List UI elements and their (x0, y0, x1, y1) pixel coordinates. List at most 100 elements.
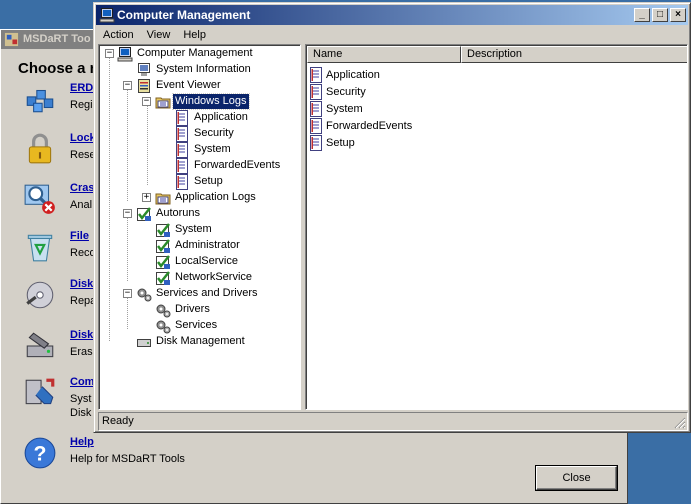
status-bar: Ready (98, 412, 688, 431)
tool-disk-commander-link[interactable]: Disk (70, 278, 93, 290)
menu-help[interactable]: Help (178, 26, 211, 44)
services-gear-icon (136, 286, 152, 302)
msdart-heading: Choose a re (18, 60, 104, 77)
tool-help: ? Help Help for MSDaRT Tools (23, 436, 583, 482)
tool-erd-link[interactable]: ERD (70, 82, 93, 94)
minimize-button[interactable]: _ (634, 8, 650, 22)
svg-text:?: ? (34, 441, 47, 465)
tree-label-selected: Windows Logs (172, 93, 250, 110)
log-icon (174, 126, 190, 142)
tree-label: NetworkService (175, 271, 253, 283)
log-icon (308, 67, 324, 83)
tree-label: Disk Management (156, 335, 245, 347)
collapse-icon[interactable]: − (123, 81, 132, 90)
tree-label: Administrator (175, 239, 240, 251)
recycle-bin-icon (27, 234, 53, 262)
window-title: Computer Management (117, 8, 251, 22)
tool-locksmith-link[interactable]: Lock (70, 132, 96, 144)
log-icon (174, 110, 190, 126)
crash-analyzer-icon (24, 184, 55, 214)
tree-label: Services and Drivers (156, 287, 258, 299)
help-icon: ? (24, 437, 56, 469)
tree-label: Setup (194, 175, 223, 187)
computer-management-window: Computer Management _ □ × Action View He… (93, 2, 691, 433)
collapse-icon[interactable]: − (123, 209, 132, 218)
disk-icon (26, 281, 54, 309)
tool-crash-analyzer-desc: Anal (70, 199, 93, 211)
autoruns-check-icon (155, 270, 171, 286)
autoruns-check-icon (155, 238, 171, 254)
tool-file-restore-link[interactable]: File (70, 230, 89, 242)
list-item-label: Application (326, 69, 380, 81)
list-item-label: ForwardedEvents (326, 120, 413, 132)
tree-label: System Information (156, 63, 251, 75)
tool-help-link[interactable]: Help (70, 436, 94, 448)
list-item-label: Security (326, 86, 366, 98)
autoruns-check-icon (155, 222, 171, 238)
log-icon (174, 174, 190, 190)
log-icon (308, 118, 324, 134)
tree-label: Security (194, 127, 234, 139)
computer-management-app-icon (99, 7, 115, 23)
tree-label: Application (194, 111, 248, 123)
tree-label: System (194, 143, 231, 155)
menu-bar: Action View Help (98, 26, 211, 44)
autoruns-check-icon (136, 206, 152, 222)
event-viewer-icon (136, 78, 152, 94)
collapse-icon[interactable]: − (105, 49, 114, 58)
tree-label: Event Viewer (156, 79, 221, 91)
tool-erd-desc: Regi (70, 99, 93, 111)
log-icon (308, 135, 324, 151)
tree-label: Drivers (175, 303, 210, 315)
tool-computer-management-desc: Syst Disk (70, 393, 92, 419)
tree-label: System (175, 223, 212, 235)
tree-label: Application Logs (175, 191, 256, 203)
folder-log-icon (155, 94, 171, 110)
disk-management-icon (136, 334, 152, 350)
tool-disk-wipe-desc: Eras (70, 346, 93, 358)
erd-registry-icon (26, 89, 54, 113)
column-header-name[interactable]: Name (307, 46, 461, 63)
disk-wipe-icon (26, 332, 54, 358)
log-icon (308, 84, 324, 100)
tool-locksmith-desc: Rese (70, 149, 96, 161)
status-text: Ready (102, 415, 134, 427)
expand-icon[interactable]: + (142, 193, 151, 202)
tree-label: Services (175, 319, 218, 331)
console-tree[interactable]: − Computer Management System Information… (98, 44, 301, 410)
padlock-icon (28, 133, 52, 164)
tool-file-restore-desc: Reco (70, 247, 96, 259)
tree-label: ForwardedEvents (194, 159, 281, 171)
msdart-title-text: MSDaRT Too (23, 33, 91, 45)
list-header: Name Description (307, 46, 687, 63)
log-icon (174, 158, 190, 174)
list-item-label: Setup (326, 137, 355, 149)
folder-log-icon (155, 190, 171, 206)
log-icon (308, 101, 324, 117)
menu-view[interactable]: View (142, 26, 176, 44)
tool-computer-management-link[interactable]: Com (70, 376, 94, 388)
maximize-button[interactable]: □ (652, 8, 668, 22)
collapse-icon[interactable]: − (123, 289, 132, 298)
list-item-label: System (326, 103, 363, 115)
computer-icon (117, 46, 133, 62)
gear-icon (155, 302, 171, 318)
column-header-description[interactable]: Description (461, 46, 687, 63)
tool-crash-analyzer-link[interactable]: Cras (70, 182, 94, 194)
computer-management-title-bar[interactable]: Computer Management _ □ × (96, 5, 688, 25)
tool-disk-wipe-link[interactable]: Disk (70, 329, 93, 341)
computer-management-tools-icon (25, 378, 55, 405)
close-button[interactable]: Close (535, 465, 618, 491)
menu-action[interactable]: Action (98, 26, 139, 44)
log-icon (174, 142, 190, 158)
tree-label: Autoruns (156, 207, 201, 219)
tree-label: LocalService (175, 255, 238, 267)
details-list[interactable]: Name Description Application Security Sy… (305, 44, 688, 410)
tree-label: Computer Management (137, 47, 253, 59)
autoruns-check-icon (155, 254, 171, 270)
tool-help-desc: Help for MSDaRT Tools (70, 453, 185, 465)
close-window-button[interactable]: × (670, 8, 686, 22)
resize-grip-icon[interactable] (674, 417, 686, 429)
collapse-icon[interactable]: − (142, 97, 151, 106)
gear-icon (155, 318, 171, 334)
